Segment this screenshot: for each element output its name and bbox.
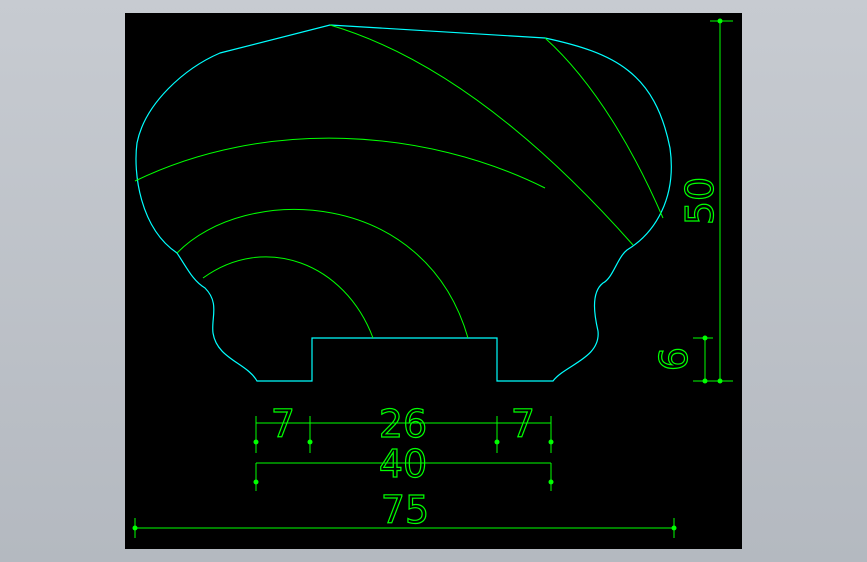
dim-overall-height: 50 — [678, 177, 722, 225]
dim-right-step: 7 — [511, 402, 535, 446]
profile-hatch — [134, 24, 664, 339]
cad-viewport[interactable]: 7 26 7 40 75 50 6 — [125, 13, 742, 549]
profile-outline[interactable] — [135, 24, 672, 382]
dim-tenon: 26 — [379, 402, 427, 446]
dim-overall-width: 75 — [381, 488, 429, 532]
dim-tenon-height: 6 — [652, 347, 696, 371]
profile-drawing: 7 26 7 40 75 50 6 — [132, 18, 733, 538]
dimension-endpoints[interactable] — [132, 18, 723, 531]
dim-left-step: 7 — [271, 402, 295, 446]
dim-base-width: 40 — [379, 442, 427, 486]
